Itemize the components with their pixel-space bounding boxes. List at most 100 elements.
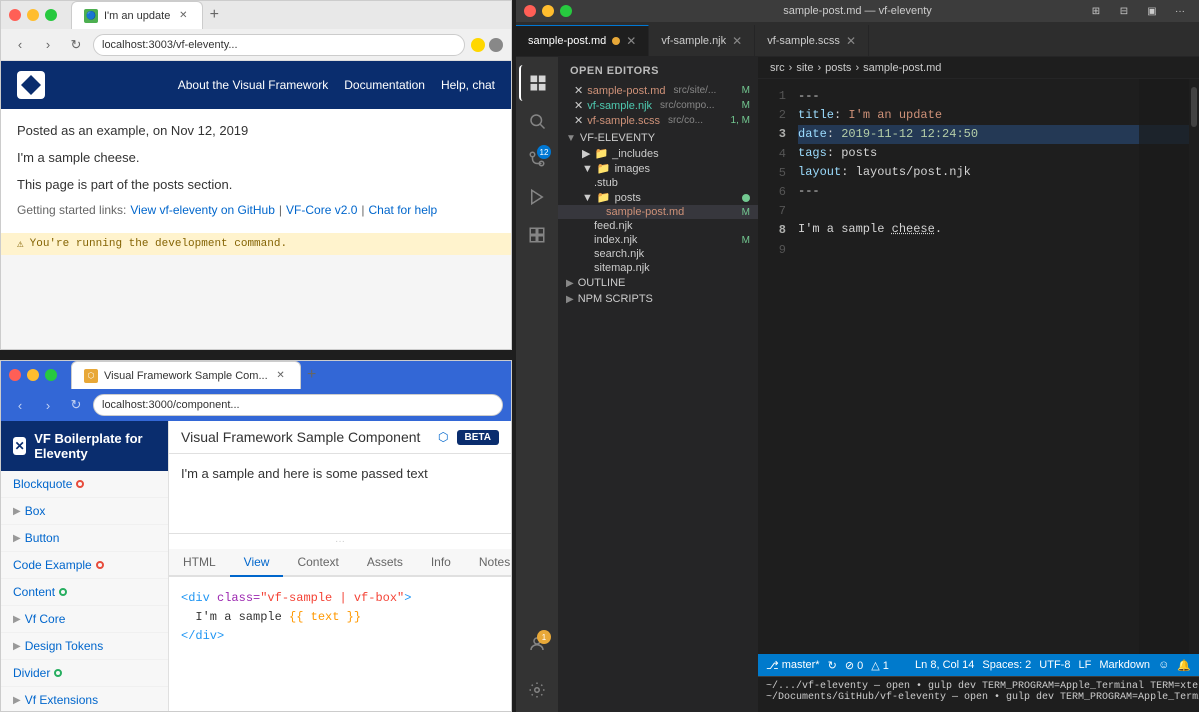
bottom-reload-button[interactable]: ↻ <box>65 394 87 416</box>
git-branch-item[interactable]: ⎇ master* <box>766 659 820 672</box>
bookmark-icon[interactable] <box>471 38 485 52</box>
tab-close-icon[interactable]: ✕ <box>732 34 742 48</box>
nav-help[interactable]: Help, chat <box>441 78 495 92</box>
vscode-editor-panels: src › site › posts › sample-post.md 1 2 … <box>758 57 1199 712</box>
minimize-button[interactable] <box>27 9 39 21</box>
back-button[interactable]: ‹ <box>9 34 31 56</box>
bottom-address-bar[interactable]: localhost:3000/component... <box>93 394 503 416</box>
vscode-more-button[interactable]: ··· <box>1169 3 1191 19</box>
tab-close-icon[interactable]: ✕ <box>846 34 856 48</box>
bottom-tab-close[interactable]: ✕ <box>274 369 288 383</box>
notifications-item[interactable]: 🔔 <box>1177 659 1191 672</box>
editor-scrollbar[interactable] <box>1189 79 1199 654</box>
npm-scripts-section[interactable]: ▶ NPM SCRIPTS <box>558 291 758 307</box>
folder-includes[interactable]: ▶ 📁 _includes <box>558 146 758 161</box>
sidebar-item-code-example[interactable]: Code Example <box>1 552 168 579</box>
line-ending-item[interactable]: LF <box>1078 659 1091 672</box>
sidebar-item-content[interactable]: Content <box>1 579 168 606</box>
vscode-split-button[interactable]: ⊞ <box>1085 3 1107 19</box>
sidebar-item-button[interactable]: ▶ Button <box>1 525 168 552</box>
vscode-tab-sample-post[interactable]: sample-post.md ✕ <box>516 25 649 56</box>
post-date: Posted as an example, on Nov 12, 2019 <box>17 121 495 142</box>
sync-item[interactable]: ↻ <box>828 659 837 672</box>
sidebar-item-divider[interactable]: Divider <box>1 660 168 687</box>
accounts-icon[interactable]: 1 <box>519 626 555 662</box>
vscode-panel-button[interactable]: ▣ <box>1141 3 1163 19</box>
tab-assets[interactable]: Assets <box>353 549 417 577</box>
sidebar-item-vf-core[interactable]: ▶ Vf Core <box>1 606 168 633</box>
folder-posts[interactable]: ▼ 📁 posts <box>558 190 758 205</box>
debug-icon[interactable] <box>519 179 555 215</box>
vf-eleventy-section[interactable]: ▼ VF-ELEVENTY <box>558 130 758 146</box>
bottom-close-button[interactable] <box>9 369 21 381</box>
nav-docs[interactable]: Documentation <box>344 78 425 92</box>
folder-name: images <box>615 163 650 175</box>
folder-images[interactable]: ▼ 📁 images <box>558 161 758 176</box>
tab-context[interactable]: Context <box>283 549 352 577</box>
file-search-njk[interactable]: search.njk <box>558 247 758 261</box>
vscode-close[interactable] <box>524 5 536 17</box>
file-feed-njk[interactable]: feed.njk <box>558 219 758 233</box>
new-tab-button[interactable]: + <box>203 4 225 26</box>
settings-icon[interactable] <box>519 672 555 708</box>
language-item[interactable]: Markdown <box>1099 659 1150 672</box>
maximize-button[interactable] <box>45 9 57 21</box>
close-button[interactable] <box>9 9 21 21</box>
sidebar-item-design-tokens[interactable]: ▶ Design Tokens <box>1 633 168 660</box>
source-control-icon[interactable]: 12 <box>519 141 555 177</box>
vscode-tab-vf-sample-scss[interactable]: vf-sample.scss ✕ <box>755 25 869 56</box>
bottom-maximize-button[interactable] <box>45 369 57 381</box>
line-col-item[interactable]: Ln 8, Col 14 <box>915 659 974 672</box>
spaces-item[interactable]: Spaces: 2 <box>982 659 1031 672</box>
post-tagline: I'm a sample cheese. <box>17 148 495 169</box>
vscode-layout-button[interactable]: ⊟ <box>1113 3 1135 19</box>
outline-section[interactable]: ▶ OUTLINE <box>558 275 758 291</box>
bottom-active-tab[interactable]: ⬡ Visual Framework Sample Com... ✕ <box>71 361 301 389</box>
file-index-njk[interactable]: index.njk M <box>558 233 758 247</box>
tab-close-button[interactable]: ✕ <box>176 9 190 23</box>
vscode-tab-vf-sample-njk[interactable]: vf-sample.njk ✕ <box>649 25 755 56</box>
editor-breadcrumb: src › site › posts › sample-post.md <box>758 57 1199 79</box>
tab-html[interactable]: HTML <box>169 549 230 577</box>
link-vfcore[interactable]: VF-Core v2.0 <box>286 201 357 220</box>
tab-close-icon[interactable]: ✕ <box>626 34 636 48</box>
bottom-back-button[interactable]: ‹ <box>9 394 31 416</box>
open-file-vf-sample-scss[interactable]: ✕ vf-sample.scss src/co... 1, M <box>558 113 758 128</box>
external-link-icon[interactable]: ⬡ <box>438 430 448 444</box>
bottom-new-tab[interactable]: + <box>301 364 323 386</box>
search-icon[interactable] <box>519 103 555 139</box>
sync-icon: ↻ <box>828 659 837 672</box>
link-chat[interactable]: Chat for help <box>369 201 438 220</box>
open-file-vf-sample-njk[interactable]: ✕ vf-sample.njk src/compo... M <box>558 98 758 113</box>
tab-notes[interactable]: Notes <box>465 549 511 577</box>
tab-info[interactable]: Info <box>417 549 465 577</box>
link-github[interactable]: View vf-eleventy on GitHub <box>130 201 275 220</box>
smiley-item[interactable]: ☺ <box>1158 659 1169 672</box>
modified-badge: M <box>742 100 750 111</box>
file-sample-post[interactable]: sample-post.md M <box>558 205 758 219</box>
explorer-icon[interactable] <box>519 65 555 101</box>
sidebar-item-box[interactable]: ▶ Box <box>1 498 168 525</box>
browser-tab-active[interactable]: 🔵 I'm an update ✕ <box>71 1 203 29</box>
file-stub[interactable]: .stub <box>558 176 758 190</box>
extensions-icon[interactable] <box>519 217 555 253</box>
file-sitemap-njk[interactable]: sitemap.njk <box>558 261 758 275</box>
vscode-minimize[interactable] <box>542 5 554 17</box>
errors-item[interactable]: ⊘ 0 <box>845 659 863 672</box>
address-bar[interactable]: localhost:3003/vf-eleventy... <box>93 34 465 56</box>
extensions-icon[interactable] <box>489 38 503 52</box>
tab-view[interactable]: View <box>230 549 284 577</box>
sidebar-item-blockquote[interactable]: Blockquote <box>1 471 168 498</box>
bottom-minimize-button[interactable] <box>27 369 39 381</box>
sidebar-item-vf-extensions[interactable]: ▶ Vf Extensions <box>1 687 168 711</box>
vf-sidebar-close[interactable]: ✕ <box>13 437 26 455</box>
open-file-sample-post[interactable]: ✕ sample-post.md src/site/... M <box>558 83 758 98</box>
bottom-forward-button[interactable]: › <box>37 394 59 416</box>
vscode-maximize[interactable] <box>560 5 572 17</box>
vscode-window: sample-post.md — vf-eleventy ⊞ ⊟ ▣ ··· s… <box>516 0 1199 712</box>
encoding-item[interactable]: UTF-8 <box>1039 659 1070 672</box>
reload-button[interactable]: ↻ <box>65 34 87 56</box>
forward-button[interactable]: › <box>37 34 59 56</box>
warnings-item[interactable]: △ 1 <box>871 659 889 672</box>
nav-about[interactable]: About the Visual Framework <box>178 78 329 92</box>
